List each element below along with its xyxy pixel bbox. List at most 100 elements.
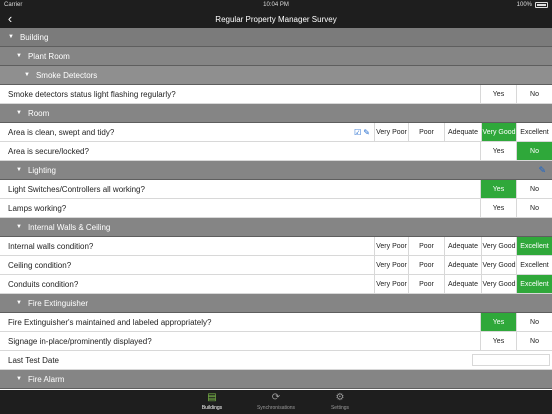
- tab-label: Settings: [330, 405, 350, 411]
- option-no[interactable]: No: [516, 199, 552, 217]
- section-smoke-detectors[interactable]: ▼ Smoke Detectors: [0, 66, 552, 85]
- section-label: Plant Room: [27, 51, 70, 61]
- question-label: Lamps working?: [8, 203, 67, 213]
- question-label: Fire Extinguisher's maintained and label…: [8, 317, 212, 327]
- question-row-internal-walls: Internal walls condition? Very Poor Poor…: [0, 237, 552, 256]
- section-label: Lighting: [27, 165, 56, 175]
- section-label: Room: [27, 108, 50, 118]
- question-label: Light Switches/Controllers all working?: [8, 184, 145, 194]
- option-very-good[interactable]: Very Good: [481, 275, 516, 293]
- section-internal-walls[interactable]: ▼ Internal Walls & Ceiling: [0, 218, 552, 237]
- option-yes[interactable]: Yes: [480, 313, 516, 331]
- option-yes[interactable]: Yes: [480, 180, 516, 198]
- checkbox-icon[interactable]: ☑: [354, 128, 361, 137]
- clock: 10:04 PM: [263, 2, 289, 8]
- yes-no-options: Yes No: [480, 142, 552, 160]
- option-excellent[interactable]: Excellent: [516, 123, 552, 141]
- yes-no-options: Yes No: [480, 332, 552, 350]
- option-excellent[interactable]: Excellent: [516, 237, 552, 255]
- option-very-poor[interactable]: Very Poor: [374, 275, 408, 293]
- question-label: Last Test Date: [8, 355, 59, 365]
- question-row-conduits: Conduits condition? Very Poor Poor Adequ…: [0, 275, 552, 294]
- edit-icon[interactable]: ✎: [363, 128, 370, 137]
- option-poor[interactable]: Poor: [408, 275, 444, 293]
- section-building[interactable]: ▼ Building: [0, 28, 552, 47]
- question-row-smoke-status: Smoke detectors status light flashing re…: [0, 85, 552, 104]
- rating-options: Very Poor Poor Adequate Very Good Excell…: [374, 256, 552, 274]
- section-label: Fire Extinguisher: [27, 298, 88, 308]
- tab-buildings[interactable]: ▤ Buildings: [193, 390, 231, 414]
- question-row-ceiling: Ceiling condition? Very Poor Poor Adequa…: [0, 256, 552, 275]
- section-label: Fire Alarm: [27, 374, 65, 384]
- triangle-down-icon: ▼: [16, 224, 22, 230]
- option-very-good[interactable]: Very Good: [481, 256, 516, 274]
- question-row-last-test: Last Test Date: [0, 351, 552, 370]
- tab-synchronisations[interactable]: ⟳ Synchronisations: [257, 390, 295, 414]
- option-no[interactable]: No: [516, 180, 552, 198]
- question-label: Area is secure/locked?: [8, 146, 89, 156]
- option-very-poor[interactable]: Very Poor: [374, 123, 408, 141]
- section-label: Smoke Detectors: [35, 70, 98, 80]
- question-row-area-clean: Area is clean, swept and tidy? ☑ ✎ Very …: [0, 123, 552, 142]
- option-no[interactable]: No: [516, 332, 552, 350]
- option-poor[interactable]: Poor: [408, 123, 444, 141]
- rating-options: Very Poor Poor Adequate Very Good Excell…: [374, 275, 552, 293]
- date-field[interactable]: [472, 354, 550, 366]
- tab-label: Synchronisations: [256, 405, 296, 411]
- section-label: Building: [19, 32, 49, 42]
- question-label: Signage in-place/prominently displayed?: [8, 336, 152, 346]
- edit-icon[interactable]: ✎: [538, 165, 546, 176]
- page-title: Regular Property Manager Survey: [215, 14, 337, 24]
- option-adequate[interactable]: Adequate: [444, 256, 481, 274]
- option-very-poor[interactable]: Very Poor: [374, 256, 408, 274]
- gear-icon: ⚙: [335, 392, 345, 403]
- triangle-down-icon: ▼: [16, 53, 22, 59]
- question-label: Area is clean, swept and tidy?: [8, 127, 115, 137]
- option-no[interactable]: No: [516, 142, 552, 160]
- building-icon: ▤: [207, 392, 217, 403]
- question-row-area-secure: Area is secure/locked? Yes No: [0, 142, 552, 161]
- option-yes[interactable]: Yes: [480, 199, 516, 217]
- option-no[interactable]: No: [516, 85, 552, 103]
- triangle-down-icon: ▼: [24, 72, 30, 78]
- yes-no-options: Yes No: [480, 85, 552, 103]
- option-very-poor[interactable]: Very Poor: [374, 237, 408, 255]
- section-fire-extinguisher[interactable]: ▼ Fire Extinguisher: [0, 294, 552, 313]
- option-adequate[interactable]: Adequate: [444, 237, 481, 255]
- option-yes[interactable]: Yes: [480, 85, 516, 103]
- carrier-label: Carrier: [4, 2, 23, 8]
- section-label: Internal Walls & Ceiling: [27, 222, 111, 232]
- question-row-signage: Signage in-place/prominently displayed? …: [0, 332, 552, 351]
- rating-options: Very Poor Poor Adequate Very Good Excell…: [374, 123, 552, 141]
- option-very-good[interactable]: Very Good: [481, 123, 516, 141]
- option-yes[interactable]: Yes: [480, 332, 516, 350]
- section-room[interactable]: ▼ Room: [0, 104, 552, 123]
- section-plant-room[interactable]: ▼ Plant Room: [0, 47, 552, 66]
- triangle-down-icon: ▼: [16, 110, 22, 116]
- survey-list[interactable]: ▼ Building ▼ Plant Room ▼ Smoke Detector…: [0, 28, 552, 390]
- triangle-down-icon: ▼: [16, 167, 22, 173]
- tab-label: Buildings: [201, 405, 223, 411]
- option-adequate[interactable]: Adequate: [444, 275, 481, 293]
- section-fire-alarm[interactable]: ▼ Fire Alarm: [0, 370, 552, 389]
- question-label: Ceiling condition?: [8, 260, 72, 270]
- option-no[interactable]: No: [516, 313, 552, 331]
- tab-settings[interactable]: ⚙ Settings: [321, 390, 359, 414]
- option-very-good[interactable]: Very Good: [481, 237, 516, 255]
- option-excellent[interactable]: Excellent: [516, 256, 552, 274]
- question-label: Smoke detectors status light flashing re…: [8, 89, 176, 99]
- status-bar: Carrier 10:04 PM 100%: [0, 0, 552, 10]
- sync-icon: ⟳: [271, 392, 281, 403]
- chevron-left-icon[interactable]: ‹: [4, 11, 16, 27]
- section-lighting[interactable]: ▼ Lighting ✎: [0, 161, 552, 180]
- rating-options: Very Poor Poor Adequate Very Good Excell…: [374, 237, 552, 255]
- option-poor[interactable]: Poor: [408, 256, 444, 274]
- tab-bar: ▤ Buildings ⟳ Synchronisations ⚙ Setting…: [0, 390, 552, 414]
- yes-no-options: Yes No: [480, 199, 552, 217]
- option-poor[interactable]: Poor: [408, 237, 444, 255]
- question-row-lamps: Lamps working? Yes No: [0, 199, 552, 218]
- option-excellent[interactable]: Excellent: [516, 275, 552, 293]
- option-adequate[interactable]: Adequate: [444, 123, 481, 141]
- option-yes[interactable]: Yes: [480, 142, 516, 160]
- yes-no-options: Yes No: [480, 180, 552, 198]
